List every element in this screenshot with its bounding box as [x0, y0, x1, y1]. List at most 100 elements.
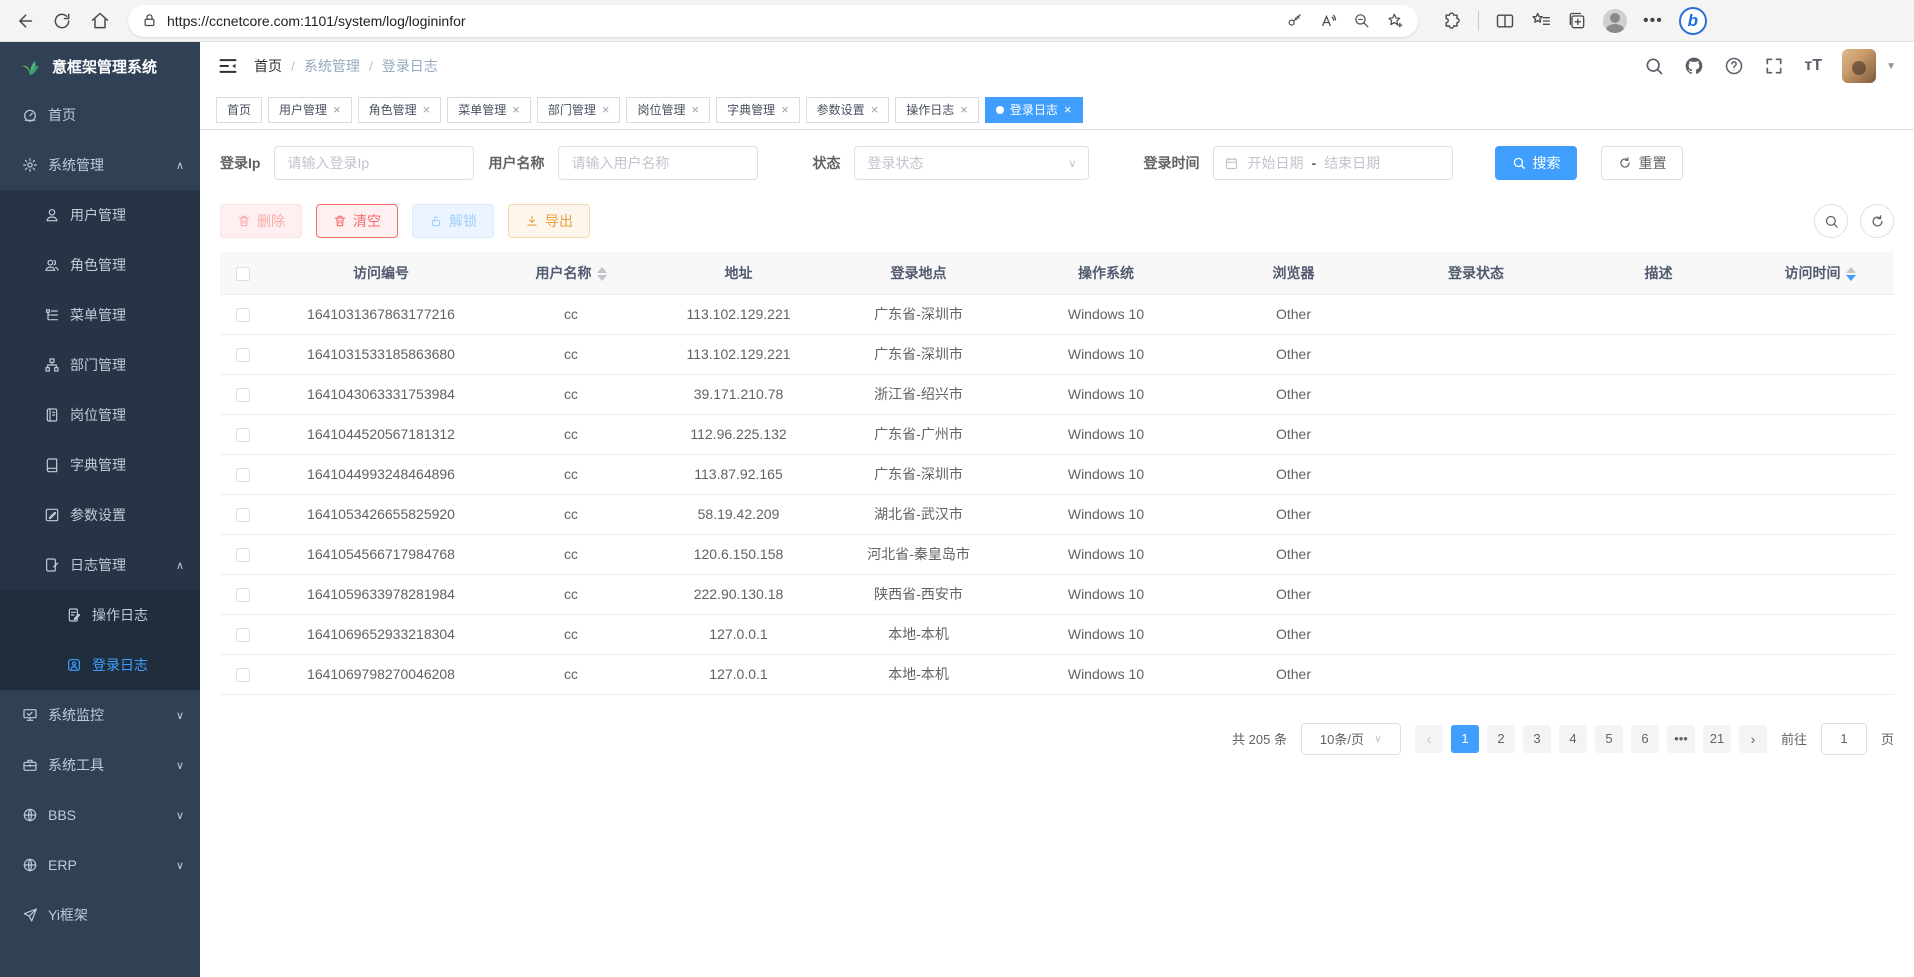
tab-close-icon[interactable]: × — [512, 102, 520, 117]
sidebar-item-角色管理[interactable]: 角色管理 — [0, 240, 200, 290]
sidebar-item-用户管理[interactable]: 用户管理 — [0, 190, 200, 240]
breadcrumb-home[interactable]: 首页 — [254, 56, 282, 76]
extensions-icon[interactable] — [1442, 11, 1462, 31]
sidebar-item-首页[interactable]: 首页 — [0, 90, 200, 140]
status-select[interactable]: 登录状态 ∨ — [854, 146, 1089, 180]
clear-button[interactable]: 清空 — [316, 204, 398, 238]
tab-close-icon[interactable]: × — [960, 102, 968, 117]
tab-close-icon[interactable]: × — [333, 102, 341, 117]
delete-button[interactable]: 删除 — [220, 204, 302, 238]
toggle-search-button[interactable] — [1814, 204, 1848, 238]
tab-登录日志[interactable]: 登录日志× — [985, 97, 1083, 123]
password-key-icon[interactable] — [1286, 12, 1303, 29]
select-all-checkbox[interactable] — [236, 267, 250, 281]
date-range-picker[interactable]: 开始日期 - 结束日期 — [1213, 146, 1453, 180]
row-checkbox[interactable] — [236, 548, 250, 562]
row-checkbox[interactable] — [236, 348, 250, 362]
row-checkbox[interactable] — [236, 588, 250, 602]
page-size-select[interactable]: 10条/页 ∨ — [1301, 723, 1401, 755]
browser-profile-avatar[interactable] — [1603, 9, 1627, 33]
unlock-button[interactable]: 解锁 — [412, 204, 494, 238]
tab-菜单管理[interactable]: 菜单管理× — [447, 97, 531, 123]
tab-岗位管理[interactable]: 岗位管理× — [626, 97, 710, 123]
page-button-2[interactable]: 2 — [1487, 725, 1515, 753]
sidebar-item-部门管理[interactable]: 部门管理 — [0, 340, 200, 390]
sort-carets-icon[interactable] — [1846, 267, 1856, 281]
export-button[interactable]: 导出 — [508, 204, 590, 238]
page-button-6[interactable]: 6 — [1631, 725, 1659, 753]
tab-字典管理[interactable]: 字典管理× — [716, 97, 800, 123]
address-bar[interactable]: https://ccnetcore.com:1101/system/log/lo… — [128, 5, 1418, 37]
goto-page-input[interactable] — [1821, 723, 1867, 755]
tab-参数设置[interactable]: 参数设置× — [806, 97, 890, 123]
search-button[interactable]: 搜索 — [1495, 146, 1577, 180]
page-button-4[interactable]: 4 — [1559, 725, 1587, 753]
tab-操作日志[interactable]: 操作日志× — [895, 97, 979, 123]
zoom-out-icon[interactable] — [1353, 12, 1370, 29]
sidebar-item-ERP[interactable]: ERP∨ — [0, 840, 200, 890]
row-checkbox[interactable] — [236, 308, 250, 322]
prev-page-button[interactable]: ‹ — [1415, 725, 1443, 753]
split-screen-icon[interactable] — [1495, 11, 1515, 31]
column-header-访问时间[interactable]: 访问时间 — [1746, 252, 1894, 294]
sidebar-item-操作日志[interactable]: 操作日志 — [0, 590, 200, 640]
tab-角色管理[interactable]: 角色管理× — [358, 97, 442, 123]
sidebar-item-登录日志[interactable]: 登录日志 — [0, 640, 200, 690]
row-checkbox[interactable] — [236, 388, 250, 402]
browser-back-icon[interactable] — [14, 11, 34, 31]
sidebar-item-日志管理[interactable]: 日志管理∧ — [0, 540, 200, 590]
sort-carets-icon[interactable] — [597, 267, 607, 281]
login-ip-input[interactable] — [274, 146, 474, 180]
fullscreen-icon[interactable] — [1764, 56, 1784, 76]
row-checkbox[interactable] — [236, 508, 250, 522]
page-button-1[interactable]: 1 — [1451, 725, 1479, 753]
column-header-用户名称[interactable]: 用户名称 — [496, 252, 646, 294]
browser-refresh-icon[interactable] — [52, 11, 72, 31]
page-button-21[interactable]: 21 — [1703, 725, 1731, 753]
github-icon[interactable] — [1684, 56, 1704, 76]
site-lock-icon[interactable] — [142, 13, 157, 28]
tab-close-icon[interactable]: × — [781, 102, 789, 117]
sidebar-item-菜单管理[interactable]: 菜单管理 — [0, 290, 200, 340]
add-favorite-icon[interactable] — [1386, 12, 1404, 30]
row-checkbox[interactable] — [236, 428, 250, 442]
tab-close-icon[interactable]: × — [423, 102, 431, 117]
help-icon[interactable] — [1724, 56, 1744, 76]
tab-close-icon[interactable]: × — [602, 102, 610, 117]
header-search-icon[interactable] — [1644, 56, 1664, 76]
sidebar-item-Yi框架[interactable]: Yi框架 — [0, 890, 200, 940]
sidebar-item-字典管理[interactable]: 字典管理 — [0, 440, 200, 490]
sidebar-item-BBS[interactable]: BBS∨ — [0, 790, 200, 840]
sidebar-item-系统工具[interactable]: 系统工具∨ — [0, 740, 200, 790]
collections-add-icon[interactable] — [1567, 11, 1587, 31]
row-checkbox[interactable] — [236, 668, 250, 682]
row-checkbox[interactable] — [236, 628, 250, 642]
page-button-5[interactable]: 5 — [1595, 725, 1623, 753]
browser-home-icon[interactable] — [90, 11, 110, 31]
tab-close-icon[interactable]: × — [1064, 102, 1072, 117]
user-avatar[interactable] — [1842, 49, 1876, 83]
more-pages-button[interactable]: ••• — [1667, 725, 1695, 753]
favorites-list-icon[interactable] — [1531, 11, 1551, 31]
reset-button[interactable]: 重置 — [1601, 146, 1683, 180]
page-button-3[interactable]: 3 — [1523, 725, 1551, 753]
sidebar-item-系统管理[interactable]: 系统管理∧ — [0, 140, 200, 190]
tab-close-icon[interactable]: × — [871, 102, 879, 117]
copilot-icon[interactable]: b — [1679, 7, 1707, 35]
tab-用户管理[interactable]: 用户管理× — [268, 97, 352, 123]
font-size-icon[interactable]: тT — [1804, 57, 1822, 75]
tab-部门管理[interactable]: 部门管理× — [537, 97, 621, 123]
url-text[interactable]: https://ccnetcore.com:1101/system/log/lo… — [167, 13, 1276, 29]
read-aloud-icon[interactable] — [1319, 12, 1337, 30]
sidebar-item-系统监控[interactable]: 系统监控∨ — [0, 690, 200, 740]
breadcrumb-system[interactable]: 系统管理 — [304, 56, 360, 76]
user-name-input[interactable] — [558, 146, 758, 180]
tab-首页[interactable]: 首页 — [216, 97, 262, 123]
collapse-sidebar-icon[interactable] — [218, 56, 238, 76]
browser-menu-icon[interactable]: ••• — [1643, 12, 1663, 30]
next-page-button[interactable]: › — [1739, 725, 1767, 753]
row-checkbox[interactable] — [236, 468, 250, 482]
sidebar-item-参数设置[interactable]: 参数设置 — [0, 490, 200, 540]
refresh-table-button[interactable] — [1860, 204, 1894, 238]
tab-close-icon[interactable]: × — [691, 102, 699, 117]
